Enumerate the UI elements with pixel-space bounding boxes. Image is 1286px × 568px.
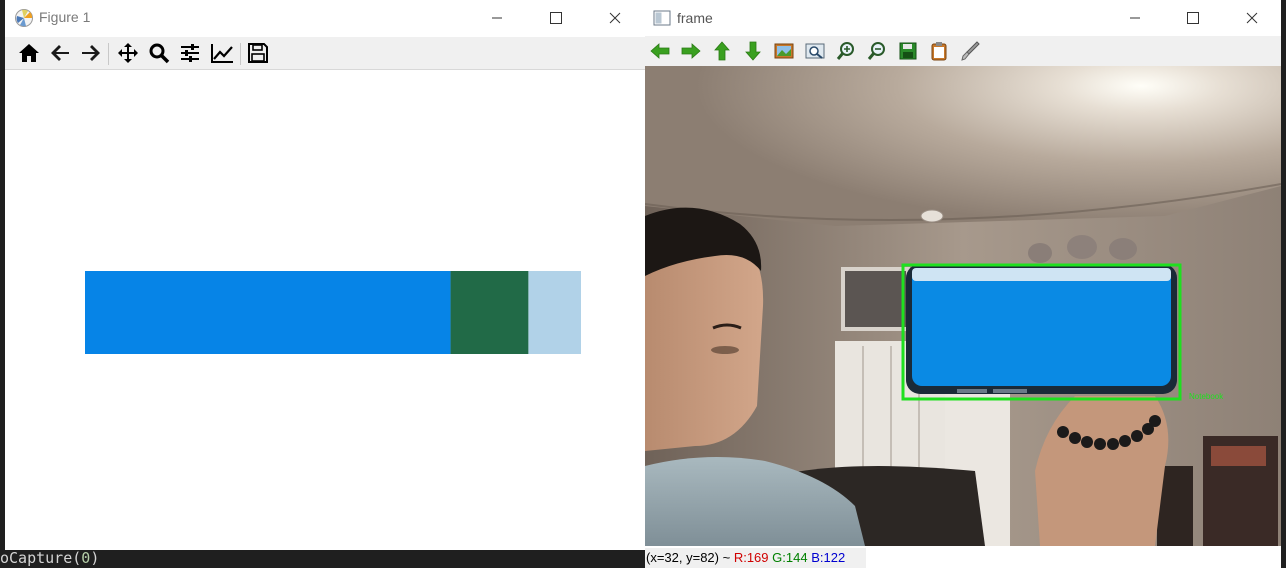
forward-arrow-icon bbox=[82, 45, 100, 61]
home-icon bbox=[19, 44, 39, 62]
maximize-icon bbox=[1187, 12, 1199, 24]
minimize-icon bbox=[1130, 17, 1140, 19]
properties-button[interactable] bbox=[959, 40, 981, 62]
editor-code-line: oCapture(0) bbox=[0, 549, 100, 567]
zoom-fit-button[interactable] bbox=[773, 40, 795, 62]
window-app-icon bbox=[653, 9, 673, 29]
pixel-blue-value: B:122 bbox=[811, 550, 846, 565]
home-button[interactable] bbox=[17, 41, 41, 65]
pan-left-button[interactable] bbox=[649, 40, 671, 62]
pan-button[interactable] bbox=[116, 41, 140, 65]
copy-clipboard-button[interactable] bbox=[928, 40, 950, 62]
zoom-in-icon bbox=[836, 42, 854, 60]
properties-brush-icon bbox=[961, 41, 980, 61]
frame-titlebar: frame bbox=[645, 0, 1281, 36]
save-image-button[interactable] bbox=[897, 40, 919, 62]
zoom-magnifier-icon bbox=[149, 43, 170, 64]
zoom-fit-image-icon bbox=[774, 43, 794, 59]
save-button[interactable] bbox=[246, 41, 270, 65]
stacked-bar-chart bbox=[85, 271, 581, 354]
maximize-button[interactable] bbox=[1170, 4, 1216, 32]
webcam-image: Notebook bbox=[645, 66, 1281, 546]
close-icon bbox=[1246, 12, 1258, 24]
figure-canvas[interactable] bbox=[5, 70, 645, 550]
pan-right-button[interactable] bbox=[680, 40, 702, 62]
editor-right-strip bbox=[1282, 0, 1286, 568]
zoom-window-button[interactable] bbox=[804, 40, 826, 62]
bar-segment-1 bbox=[85, 271, 451, 354]
bar-segment-3 bbox=[528, 271, 581, 354]
maximize-icon bbox=[550, 12, 562, 24]
pan-right-icon bbox=[681, 43, 701, 59]
maximize-button[interactable] bbox=[533, 4, 579, 32]
pan-down-icon bbox=[745, 41, 761, 61]
figure-titlebar: Figure 1 bbox=[5, 0, 645, 36]
figure-window: Figure 1 bbox=[5, 0, 646, 550]
frame-toolbar bbox=[645, 36, 1281, 66]
edit-axes-icon bbox=[211, 44, 233, 63]
pan-move-icon bbox=[118, 43, 138, 63]
zoom-button[interactable] bbox=[147, 41, 171, 65]
pixel-green-value: G:144 bbox=[772, 550, 808, 565]
zoom-out-icon bbox=[867, 42, 885, 60]
pan-left-icon bbox=[650, 43, 670, 59]
pixel-red-value: R:169 bbox=[733, 550, 769, 565]
close-button[interactable] bbox=[592, 4, 638, 32]
configure-subplots-icon bbox=[181, 44, 199, 62]
toolbar-separator bbox=[108, 43, 109, 65]
pan-up-button[interactable] bbox=[711, 40, 733, 62]
pan-down-button[interactable] bbox=[742, 40, 764, 62]
save-image-icon bbox=[899, 42, 917, 60]
pixel-info-statusbar: (x=32, y=82) ~ R:169 G:144 B:122 bbox=[645, 548, 866, 568]
matplotlib-logo-icon bbox=[14, 8, 34, 28]
zoom-in-button[interactable] bbox=[835, 40, 857, 62]
save-floppy-icon bbox=[248, 43, 268, 63]
back-arrow-icon bbox=[51, 45, 69, 61]
camera-video-frame[interactable]: Notebook bbox=[645, 66, 1281, 546]
frame-window: frame Notebook (x=32, y=82) ~ R:169 G:14… bbox=[645, 0, 1281, 568]
cursor-coordinates: (x=32, y=82) ~ bbox=[646, 550, 731, 565]
close-icon bbox=[609, 12, 621, 24]
frame-window-title: frame bbox=[677, 10, 713, 26]
bar-segment-2 bbox=[450, 271, 529, 354]
pan-up-icon bbox=[714, 41, 730, 61]
copy-clipboard-icon bbox=[931, 42, 947, 61]
configure-subplots-button[interactable] bbox=[178, 41, 202, 65]
zoom-out-button[interactable] bbox=[866, 40, 888, 62]
minimize-icon bbox=[492, 17, 502, 19]
minimize-button[interactable] bbox=[474, 4, 520, 32]
zoom-window-icon bbox=[805, 43, 825, 59]
close-button[interactable] bbox=[1229, 4, 1275, 32]
detection-label: Notebook bbox=[1189, 392, 1224, 401]
figure-toolbar bbox=[5, 37, 645, 70]
edit-axes-button[interactable] bbox=[210, 41, 234, 65]
minimize-button[interactable] bbox=[1112, 4, 1158, 32]
forward-button[interactable] bbox=[79, 41, 103, 65]
toolbar-separator bbox=[240, 43, 241, 65]
figure-window-title: Figure 1 bbox=[39, 9, 91, 25]
back-button[interactable] bbox=[48, 41, 72, 65]
